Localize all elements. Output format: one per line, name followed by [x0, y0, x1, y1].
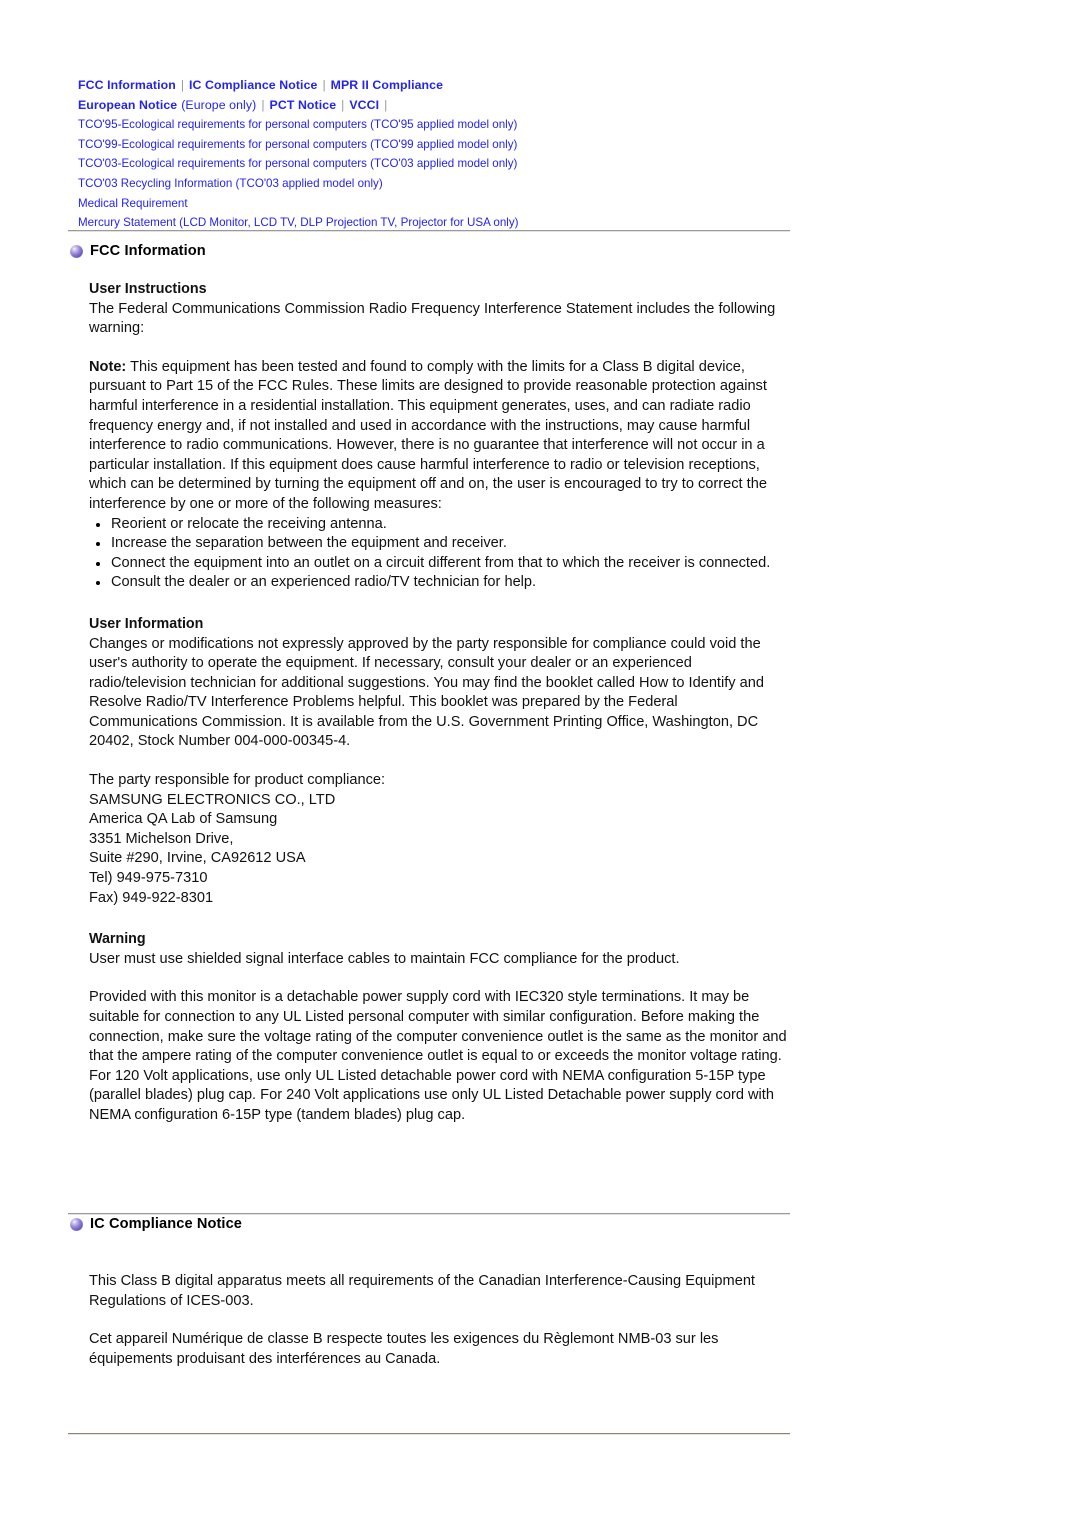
link-pct-notice[interactable]: PCT Notice [270, 98, 337, 112]
list-item: Connect the equipment into an outlet on … [89, 554, 789, 574]
paragraph-warning-body: Provided with this monitor is a detachab… [89, 989, 787, 1065]
link-european-notice[interactable]: European Notice (Europe only) [78, 98, 256, 112]
subheading-warning: Warning [89, 931, 146, 948]
list-bullet-icon [96, 522, 100, 527]
list-item: Increase the separation between the equi… [89, 534, 789, 554]
paragraph-fcc-intro: The Federal Communications Commission Ra… [89, 300, 776, 337]
list-corrective-measures: Reorient or relocate the receiving anten… [89, 515, 789, 593]
address-line: Suite #290, Irvine, CA92612 USA [89, 850, 306, 867]
section-body-ic: This Class B digital apparatus meets all… [89, 1250, 789, 1369]
paragraph-warning-line1: User must use shielded signal interface … [89, 950, 680, 967]
divider-top [68, 230, 790, 232]
link-fcc-information[interactable]: FCC Information [78, 78, 176, 92]
section-heading-fcc-information: FCC Information [70, 243, 206, 259]
list-bullet-icon [96, 561, 100, 566]
paragraph-ic-english: This Class B digital apparatus meets all… [89, 1273, 755, 1309]
list-item: Consult the dealer or an experienced rad… [89, 573, 789, 593]
paragraph-user-information: Changes or modifications not expressly a… [89, 635, 764, 750]
address-block: The party responsible for product compli… [89, 771, 789, 908]
nav-separator: | [341, 97, 345, 112]
link-tco03-recycling[interactable]: TCO'03 Recycling Information (TCO'03 app… [78, 177, 383, 190]
link-vcci[interactable]: VCCI [349, 98, 379, 112]
nav-separator: | [322, 78, 326, 92]
note-label: Note: [89, 358, 127, 375]
bullet-orb-icon [70, 1217, 83, 1231]
toc-row-medical: Medical Requirement [78, 196, 978, 216]
paragraph-warning-body2: For 120 Volt applications, use only UL L… [89, 1067, 774, 1123]
section-title: IC Compliance Notice [90, 1216, 243, 1232]
link-mercury-statement[interactable]: Mercury Statement (LCD Monitor, LCD TV, … [78, 216, 519, 229]
link-mpr-ii-compliance[interactable]: MPR II Compliance [331, 78, 443, 92]
address-line: 3351 Michelson Drive, [89, 830, 234, 847]
toc-row-2: European Notice (Europe only) | PCT Notice |… [78, 98, 978, 118]
link-tco95[interactable]: TCO'95-Ecological requirements for perso… [78, 118, 517, 131]
paragraph-fcc-note: Note: This equipment has been tested and… [89, 358, 789, 515]
list-item-text: Consult the dealer or an experienced rad… [111, 574, 537, 591]
divider-middle [68, 1213, 790, 1215]
list-item-text: Increase the separation between the equi… [111, 535, 507, 552]
section-body-fcc: User Instructions The Federal Communicat… [89, 280, 789, 1126]
toc-row-tco03: TCO'03-Ecological requirements for perso… [78, 156, 978, 176]
toc-row-tco99: TCO'99-Ecological requirements for perso… [78, 137, 978, 157]
link-medical-requirement[interactable]: Medical Requirement [78, 197, 188, 210]
document-page: FCC Information | IC Compliance Notice | MPR… [0, 0, 1080, 1528]
nav-separator: | [261, 97, 265, 112]
nav-separator: | [384, 97, 388, 112]
list-item: Reorient or relocate the receiving anten… [89, 515, 789, 535]
link-european-notice-suffix: (Europe only) [181, 97, 257, 112]
bullet-orb-icon [70, 244, 83, 258]
address-line: Tel) 949-975-7310 [89, 870, 208, 887]
list-bullet-icon [96, 542, 100, 547]
paragraph-ic-french: Cet appareil Numérique de classe B respe… [89, 1331, 719, 1367]
link-european-notice-label: European Notice [78, 97, 178, 112]
list-item-text: Reorient or relocate the receiving anten… [111, 515, 387, 532]
address-line: The party responsible for product compli… [89, 772, 386, 789]
section-heading-ic-compliance-notice: IC Compliance Notice [70, 1216, 242, 1232]
note-body: This equipment has been tested and found… [89, 358, 767, 512]
toc-row-1: FCC Information | IC Compliance Notice | MPR… [78, 78, 978, 98]
toc-link-block: FCC Information | IC Compliance Notice | MPR… [78, 78, 978, 235]
divider-bottom [68, 1433, 790, 1435]
address-line: SAMSUNG ELECTRONICS CO., LTD [89, 791, 336, 808]
link-tco99[interactable]: TCO'99-Ecological requirements for perso… [78, 138, 517, 151]
subheading-user-information: User Information [89, 615, 204, 632]
address-line: Fax) 949-922-8301 [89, 889, 214, 906]
list-item-text: Connect the equipment into an outlet on … [111, 554, 771, 571]
link-tco03[interactable]: TCO'03-Ecological requirements for perso… [78, 157, 517, 170]
toc-row-tco95: TCO'95-Ecological requirements for perso… [78, 117, 978, 137]
nav-separator: | [180, 78, 185, 92]
subheading-user-instructions: User Instructions [89, 281, 207, 297]
toc-row-tco03-recycling: TCO'03 Recycling Information (TCO'03 app… [78, 176, 978, 196]
address-line: America QA Lab of Samsung [89, 811, 278, 828]
section-title: FCC Information [90, 243, 206, 259]
link-ic-compliance-notice[interactable]: IC Compliance Notice [189, 78, 317, 92]
list-bullet-icon [96, 581, 100, 586]
